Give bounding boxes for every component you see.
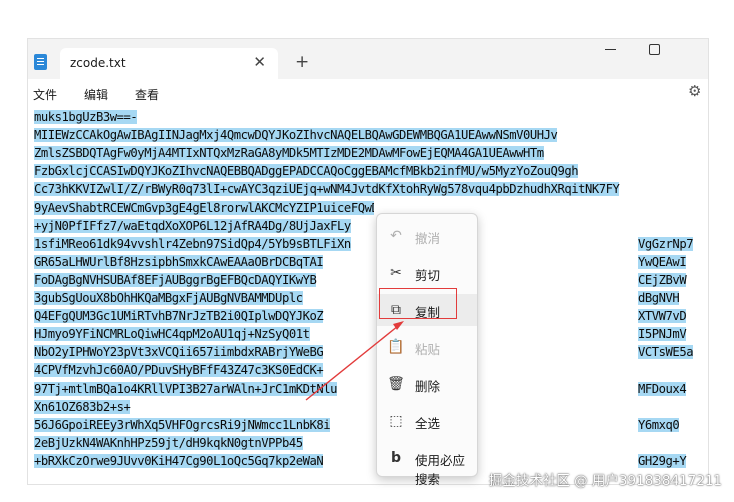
- tab-zcode[interactable]: zcode.txt ✕: [60, 48, 278, 79]
- selected-text: CEjZBvW: [638, 272, 687, 287]
- minimize-icon[interactable]: [605, 49, 616, 50]
- selected-text: +bRXkCzOrwe9JUvv0KiH47Cg90L1oQc5Gq7kp2eW…: [34, 453, 324, 468]
- selected-text: MIIEWzCCAkOgAwIBAgIINJagMxj4QmcwDQYJKoZI…: [34, 128, 558, 143]
- editor-line: 56J6GpoiREEy3rWhXq5VHFOgrcsRi9jNWmcc1Lnb…: [34, 417, 374, 434]
- scissors-icon: ✂: [390, 265, 402, 281]
- editor-line-fragment: I5PNJmV: [638, 326, 706, 343]
- new-tab-plus-icon[interactable]: +: [295, 52, 309, 72]
- tab-strip: zcode.txt ✕ +: [28, 39, 708, 79]
- context-menu-label: 剪切: [415, 268, 441, 283]
- context-menu: ↶ 撤消 ✂ 剪切 ⧉ 复制 📋 粘贴 🗑 删除 ⬚ 全选 b 使用必应搜索: [376, 213, 478, 487]
- context-menu-label: 复制: [415, 305, 441, 320]
- selected-text: YwQEAwI: [638, 254, 687, 269]
- editor-line-fragment: VgGzrNp7: [638, 236, 706, 253]
- selected-text: MFDoux4: [638, 381, 687, 396]
- context-menu-undo: ↶ 撤消: [377, 220, 477, 252]
- context-menu-copy[interactable]: ⧉ 复制: [377, 294, 477, 326]
- editor-line: 97Tj+mtlmBQa1o4KRllVPI3B27arWAln+JrC1mKD…: [34, 381, 374, 398]
- editor-line: Xn61OZ683b2+s+: [34, 399, 374, 416]
- context-menu-label: 删除: [415, 379, 441, 394]
- menu-bar: 文件 编辑 查看 ⚙: [28, 79, 708, 107]
- editor-line: MIIEWzCCAkOgAwIBAgIINJagMxj4QmcwDQYJKoZI…: [34, 127, 706, 144]
- editor-line: NbO2yIPHWoY23pVt3xVCQii657iimbdxRABrjYWe…: [34, 344, 374, 361]
- notepad-file-icon: [34, 54, 47, 70]
- editor-line: FzbGxlcjCCASIwDQYJKoZIhvcNAQEBBQADggEPAD…: [34, 163, 706, 180]
- selected-text: 4CPVfMzvhJc60AO/PDuvSHyBFfF43Z47c3KS0EdC…: [34, 363, 324, 378]
- editor-line-fragment: Y6mxq0: [638, 417, 706, 434]
- editor-line-fragment: dBgNVH: [638, 290, 706, 307]
- editor-line-fragment: GH29g+Y: [638, 453, 706, 470]
- text-editor-area[interactable]: muks1bgUzB3w==- MIIEWzCCAkOgAwIBAgIINJagM…: [34, 109, 706, 484]
- tab-title: zcode.txt: [70, 56, 126, 70]
- editor-line: 2eBjUzkN4WAKnhHPz59jt/dH9kqkN0gtnVPPb45: [34, 435, 374, 452]
- selected-text: I5PNJmV: [638, 327, 687, 342]
- selected-text: muks1bgUzB3w==-: [34, 110, 138, 124]
- copy-icon: ⧉: [391, 302, 401, 318]
- editor-line-fragment: XTVW7vD: [638, 308, 706, 325]
- selected-text: 9yAevShabtRCEWCmGvp3gE4gEl8rorwlAKCMcYZI…: [34, 200, 374, 215]
- editor-line: 4CPVfMzvhJc60AO/PDuvSHyBFfF43Z47c3KS0EdC…: [34, 362, 374, 379]
- editor-line: 9yAevShabtRCEWCmGvp3gE4gEl8rorwlAKCMcYZI…: [34, 200, 374, 217]
- editor-line: Q4EFgQUM3Gc1UMiRTvhB7NrJzTB2i0QIplwDQYJK…: [34, 308, 374, 325]
- notepad-window: zcode.txt ✕ + 文件 编辑 查看 ⚙ muks1bgUzB3w==-…: [27, 38, 709, 485]
- context-menu-label: 使用必应搜索: [415, 453, 466, 487]
- editor-line-fragment: VCTsWE5a: [638, 344, 706, 361]
- watermark: 掘金技术社区 @ 用户391838417211: [488, 473, 722, 489]
- selected-text: Xn61OZ683b2+s+: [34, 399, 131, 414]
- tab-close-icon[interactable]: ✕: [253, 53, 266, 71]
- context-menu-label: 全选: [415, 416, 441, 431]
- context-menu-label: 粘贴: [415, 342, 441, 357]
- selected-text: VCTsWE5a: [638, 345, 694, 360]
- context-menu-label: 撤消: [415, 231, 441, 246]
- undo-icon: ↶: [390, 228, 402, 244]
- editor-line: FoDAgBgNVHSUBAf8EFjAUBggrBgEFBQcDAQYIKwY…: [34, 272, 374, 289]
- maximize-icon[interactable]: [649, 44, 660, 55]
- menu-file[interactable]: 文件: [33, 86, 57, 103]
- context-menu-bing-search[interactable]: b 使用必应搜索: [377, 442, 477, 487]
- selected-text: dBgNVH: [638, 291, 680, 305]
- editor-line: HJmyo9YFiNCMRLoQiwHC4qpM2oAU1qj+NzSyQ01t: [34, 326, 374, 343]
- selected-text: XTVW7vD: [638, 309, 687, 324]
- context-menu-paste: 📋 粘贴: [377, 331, 477, 363]
- select-all-icon: ⬚: [389, 413, 403, 429]
- selected-text: Cc73hKKVIZwlI/Z/rBWyR0q73lI+cwAYC3qziUEj…: [34, 182, 620, 197]
- selected-text: Y6mxq0: [638, 417, 680, 432]
- selected-text: FzbGxlcjCCASIwDQYJKoZIhvcNAQEBBQADggEPAD…: [34, 164, 579, 179]
- editor-line: 3gubSgUouX8bOhHKQaMBgxFjAUBgNVBAMMDUplc: [34, 290, 374, 307]
- selected-text: 3gubSgUouX8bOhHKQaMBgxFjAUBgNVBAMMDUplc: [34, 291, 303, 305]
- selected-text: +yjN0PfIFfz7/waEtqdXoXOP6L12jAfRA4Dg/8Uj…: [34, 218, 351, 233]
- settings-gear-icon[interactable]: ⚙: [688, 82, 701, 100]
- selected-text: 2eBjUzkN4WAKnhHPz59jt/dH9kqkN0gtnVPPb45: [34, 435, 303, 450]
- selected-text: GH29g+Y: [638, 453, 687, 468]
- editor-line: 1sfiMReo61dk94vvshlr4Zebn97SidQp4/5Yb9sB…: [34, 236, 374, 253]
- selected-text: FoDAgBgNVHSUBAf8EFjAUBggrBgEFBQcDAQYIKwY…: [34, 272, 317, 287]
- paste-icon: 📋: [387, 339, 405, 355]
- selected-text: NbO2yIPHWoY23pVt3xVCQii657iimbdxRABrjYWe…: [34, 345, 324, 360]
- selected-text: ZmlsZSBDQTAgFw0yMjA4MTIxNTQxMzRaGA8yMDk5…: [34, 146, 544, 161]
- editor-line-fragment: MFDoux4: [638, 381, 706, 398]
- editor-line: +yjN0PfIFfz7/waEtqdXoXOP6L12jAfRA4Dg/8Uj…: [34, 218, 374, 235]
- selected-text: 97Tj+mtlmBQa1o4KRllVPI3B27arWAln+JrC1mKD…: [34, 381, 338, 396]
- selected-text: 56J6GpoiREEy3rWhXq5VHFOgrcsRi9jNWmcc1Lnb…: [34, 417, 331, 432]
- context-menu-select-all[interactable]: ⬚ 全选: [377, 405, 477, 437]
- editor-line-fragment: CEjZBvW: [638, 272, 706, 289]
- editor-line: ZmlsZSBDQTAgFw0yMjA4MTIxNTQxMzRaGA8yMDk5…: [34, 145, 706, 162]
- selected-text: HJmyo9YFiNCMRLoQiwHC4qpM2oAU1qj+NzSyQ01t: [34, 327, 310, 342]
- editor-line: muks1bgUzB3w==-: [34, 109, 706, 126]
- selected-text: GR65aLHWUrlBf8HzsipbhSmxkCAwEAAaOBrDCBqT…: [34, 254, 324, 269]
- selected-text: VgGzrNp7: [638, 236, 694, 251]
- menu-view[interactable]: 查看: [135, 86, 159, 103]
- context-menu-cut[interactable]: ✂ 剪切: [377, 257, 477, 289]
- editor-line: Cc73hKKVIZwlI/Z/rBWyR0q73lI+cwAYC3qziUEj…: [34, 181, 706, 198]
- selected-text: Q4EFgQUM3Gc1UMiRTvhB7NrJzTB2i0QIplwDQYJK…: [34, 309, 324, 324]
- editor-line: GR65aLHWUrlBf8HzsipbhSmxkCAwEAAaOBrDCBqT…: [34, 254, 374, 271]
- bing-icon: b: [390, 450, 402, 466]
- context-menu-delete[interactable]: 🗑 删除: [377, 368, 477, 400]
- trash-icon: 🗑: [387, 376, 405, 392]
- editor-line-fragment: YwQEAwI: [638, 254, 706, 271]
- selected-text: 1sfiMReo61dk94vvshlr4Zebn97SidQp4/5Yb9sB…: [34, 236, 351, 251]
- editor-line: +bRXkCzOrwe9JUvv0KiH47Cg90L1oQc5Gq7kp2eW…: [34, 453, 374, 470]
- menu-edit[interactable]: 编辑: [84, 86, 108, 103]
